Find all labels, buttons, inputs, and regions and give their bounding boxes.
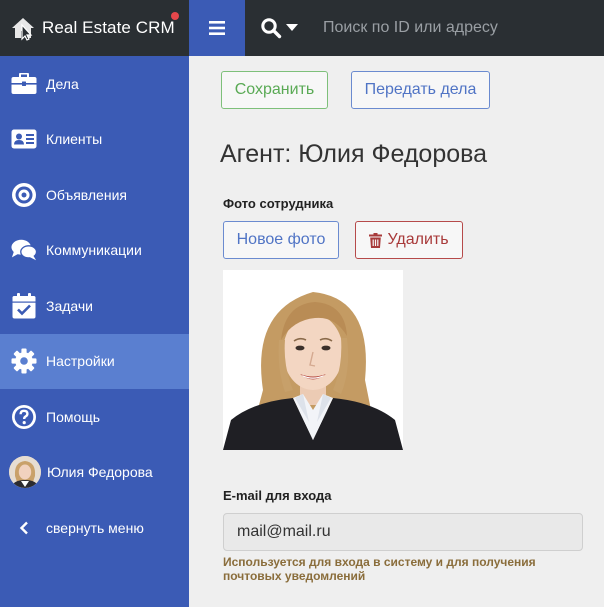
gear-icon [11, 348, 37, 374]
email-hint: Используется для входа в систему и для п… [223, 555, 536, 583]
hamburger-menu-button[interactable] [189, 0, 245, 56]
delete-photo-label: Удалить [387, 231, 449, 248]
sidebar-item-profile[interactable]: Юлия Федорова [0, 445, 189, 501]
chat-bubbles-icon [11, 237, 37, 263]
briefcase-icon [11, 71, 37, 97]
notification-dot [171, 12, 179, 20]
sidebar-item-clients[interactable]: Клиенты [0, 112, 189, 168]
sidebar-item-label: Клиенты [46, 131, 103, 148]
sidebar-collapse-menu[interactable]: свернуть меню [0, 500, 189, 556]
login-email-field[interactable] [223, 513, 583, 551]
calendar-check-icon [11, 292, 37, 319]
search-dropdown-button[interactable] [255, 0, 303, 56]
target-icon [11, 182, 37, 208]
photo-section-label: Фото сотрудника [223, 196, 334, 211]
sidebar-item-cases[interactable]: Дела [0, 56, 189, 112]
save-button[interactable]: Сохранить [221, 71, 328, 109]
sidebar-item-help[interactable]: Помощь [0, 389, 189, 445]
sidebar-item-label: Настройки [46, 353, 115, 370]
delete-photo-button[interactable]: Удалить [355, 221, 463, 259]
main-content: Сохранить Передать дела Агент: Юлия Федо… [189, 56, 604, 607]
new-photo-button[interactable]: Новое фото [223, 221, 339, 259]
caret-down-icon [286, 24, 298, 31]
sidebar-item-label: Дела [46, 75, 79, 92]
sidebar-item-label: Юлия Федорова [47, 464, 153, 481]
sidebar-item-settings[interactable]: Настройки [0, 333, 189, 389]
chevron-left-icon [11, 521, 37, 535]
employee-photo [223, 270, 403, 450]
avatar [9, 456, 41, 489]
sidebar-item-tasks[interactable]: Задачи [0, 278, 189, 334]
top-bar: Real Estate CRM [0, 0, 604, 56]
sidebar-item-communications[interactable]: Коммуникации [0, 223, 189, 279]
sidebar-item-label: свернуть меню [46, 519, 144, 536]
email-section-label: E-mail для входа [223, 488, 332, 503]
house-cursor-logo-icon [12, 18, 34, 41]
sidebar-item-label: Объявления [46, 186, 127, 203]
id-card-icon [11, 126, 37, 152]
sidebar-item-label: Задачи [46, 297, 94, 314]
search-input[interactable] [312, 10, 592, 46]
transfer-cases-button[interactable]: Передать дела [351, 71, 490, 109]
page-title: Агент: Юлия Федорова [220, 140, 488, 168]
sidebar-item-label: Помощь [46, 408, 101, 425]
hamburger-icon [209, 21, 225, 35]
brand[interactable]: Real Estate CRM [0, 0, 189, 56]
search-icon [261, 18, 282, 39]
sidebar-item-label: Коммуникации [46, 242, 142, 259]
brand-name: Real Estate CRM [42, 18, 175, 37]
sidebar: Дела Клиенты Объявления Коммуникации Зад… [0, 56, 189, 607]
sidebar-item-listings[interactable]: Объявления [0, 167, 189, 223]
trash-icon [369, 232, 383, 248]
question-circle-icon [11, 404, 37, 430]
